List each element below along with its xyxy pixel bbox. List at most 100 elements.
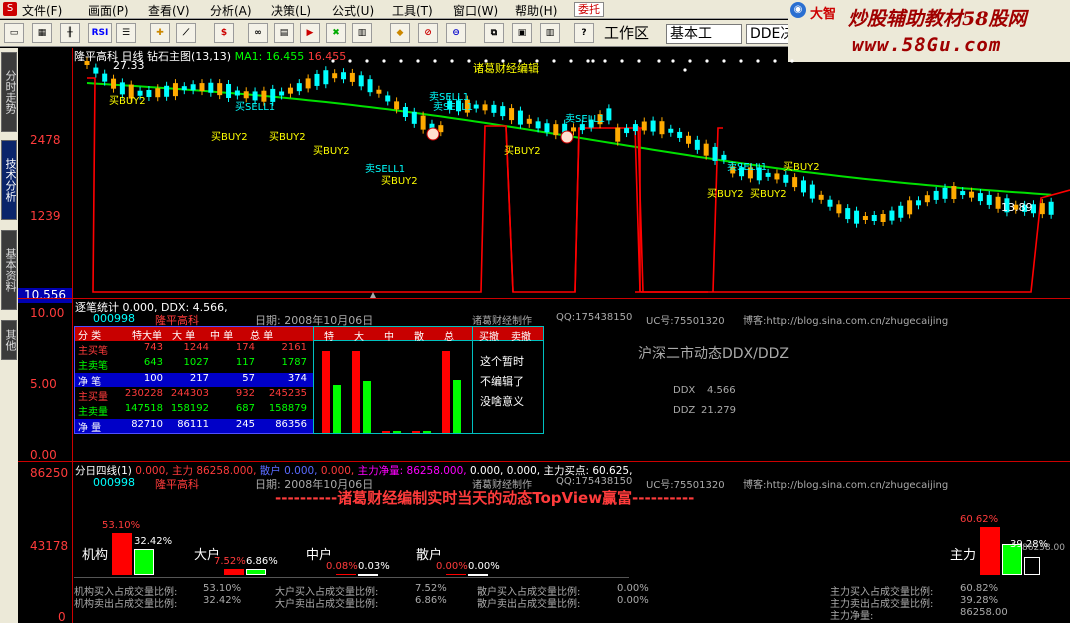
flag-icon[interactable]: ▶ — [300, 23, 320, 43]
marker-dot — [450, 59, 454, 63]
binoculars-icon[interactable]: ∞ — [248, 23, 268, 43]
side-tabs: 分时走势 技术分析 基本资料 其他 — [0, 48, 18, 623]
menu-file[interactable]: 文件(F) — [22, 2, 62, 19]
marker-dot — [382, 59, 386, 63]
ddx-notes: 买撤 卖撤 这个暂时 不编辑了 没啥意义 — [472, 326, 544, 434]
stop-icon[interactable]: ⊘ — [418, 23, 438, 43]
marker-dot — [705, 59, 709, 63]
table-row: 净 量 82710 86111 245 86356 — [75, 418, 313, 434]
menu-analysis[interactable]: 分析(A) — [210, 2, 252, 19]
order-button[interactable]: 委托 — [574, 2, 604, 17]
chart-icon[interactable]: ▦ — [32, 23, 52, 43]
folder-icon[interactable]: ▭ — [4, 23, 24, 43]
candle-body — [889, 210, 895, 221]
cross-icon[interactable]: ✖ — [326, 23, 346, 43]
stat-label: 散户卖出占成交量比例: — [477, 599, 581, 610]
candle-body — [93, 67, 99, 74]
list-icon[interactable]: ☰ — [116, 23, 136, 43]
signal-label: 买BUY2 — [750, 189, 787, 200]
y-label-price-low: 1239 — [30, 209, 61, 223]
candle-body — [367, 79, 373, 93]
candle-body — [181, 86, 187, 91]
row-label: 主买笔 — [78, 346, 108, 357]
tab-intraday[interactable]: 分时走势 — [1, 52, 17, 132]
candle-body — [571, 127, 576, 132]
signal-label: 卖SELL1 — [565, 114, 606, 125]
brand-big: 大智 — [810, 7, 837, 22]
tab-fundamental[interactable]: 基本资料 — [1, 230, 17, 310]
row-value: 687 — [235, 403, 255, 415]
group-sell-bar — [468, 574, 488, 576]
stat-value: 86258.00 — [960, 607, 1008, 618]
bar-sell — [363, 381, 371, 433]
candle-body — [632, 124, 638, 132]
smiley-icon — [560, 130, 574, 144]
candle-body — [703, 143, 709, 156]
row-value: 57 — [242, 372, 255, 384]
group-sell-pct: 6.86% — [246, 556, 278, 568]
candle-body — [146, 90, 152, 98]
row-value: 245 — [235, 418, 255, 430]
ddx-label: DDX — [673, 385, 696, 396]
stats-divider — [74, 577, 629, 578]
center-caption: 诸葛财经编辑 — [473, 62, 539, 75]
menu-decision[interactable]: 决策(L) — [271, 2, 311, 19]
row-value: 230228 — [124, 387, 163, 399]
candle-body — [933, 190, 939, 200]
table-icon[interactable]: ▥ — [352, 23, 372, 43]
group-buy-bar — [224, 569, 244, 575]
candle-body — [376, 89, 382, 94]
menu-formula[interactable]: 公式(U) — [332, 2, 374, 19]
ddz-value: 21.279 — [701, 405, 736, 416]
stat-label: 大户卖出占成交量比例: — [275, 599, 379, 610]
crosshair-icon[interactable]: ✚ — [150, 23, 170, 43]
bar-header-cell: 大 — [354, 332, 364, 343]
menu-window[interactable]: 窗口(W) — [453, 2, 498, 19]
signal-label: 卖SELL1 — [727, 162, 768, 173]
candle-body — [217, 83, 223, 96]
workspace-select[interactable]: 基本工 — [666, 24, 742, 44]
tab-other[interactable]: 其他 — [1, 320, 17, 360]
candle-body — [783, 174, 789, 183]
ddx-uc: UC号:75501320 — [646, 316, 725, 327]
candle-body — [473, 104, 479, 109]
candle-body — [668, 128, 674, 133]
menu-tools[interactable]: 工具(T) — [392, 2, 433, 19]
row-label: 主卖量 — [78, 407, 108, 419]
books-icon[interactable]: ▥ — [540, 23, 560, 43]
help-pointer-icon[interactable]: ? — [574, 23, 594, 43]
row-value: 743 — [143, 342, 163, 353]
window-icon[interactable]: ▣ — [512, 23, 532, 43]
candle-body — [818, 194, 824, 200]
kline-icon[interactable]: ╫ — [60, 23, 80, 43]
row-value: 643 — [143, 357, 163, 369]
dollar-icon[interactable]: $ — [214, 23, 234, 43]
table-row: 主卖笔 643 1027 117 1787 — [75, 357, 313, 372]
title-stock: 隆平高科 — [74, 50, 118, 63]
copy-icon[interactable]: ⧉ — [484, 23, 504, 43]
grid-icon[interactable]: ▤ — [274, 23, 294, 43]
bottom-blog: 博客:http://blog.sina.com.cn/zhugecaijing — [743, 480, 949, 491]
candle-body — [358, 75, 364, 87]
no-entry-icon[interactable]: ⊖ — [446, 23, 466, 43]
group-name: 机构 — [82, 548, 109, 563]
marker-dot — [399, 59, 403, 63]
top-price-label: 27.33 — [113, 59, 145, 72]
group-buy-bar — [112, 532, 132, 575]
bar-sell — [393, 431, 401, 433]
rsi-button[interactable]: RSI — [88, 23, 112, 43]
topview-banner: ----------诸葛财经编制实时当天的动态TopView赢富--------… — [275, 489, 695, 507]
group-sell-pct: 32.42% — [134, 536, 173, 548]
candle-body — [880, 214, 886, 222]
ruler-icon[interactable]: ⟋ — [176, 23, 196, 43]
menu-view[interactable]: 查看(V) — [148, 2, 190, 19]
bar-sell — [333, 384, 341, 433]
diamond-icon[interactable]: ◆ — [390, 23, 410, 43]
menu-help[interactable]: 帮助(H) — [515, 2, 557, 19]
candlestick-chart[interactable] — [73, 48, 1070, 298]
menu-screen[interactable]: 画面(P) — [88, 2, 129, 19]
candle-body — [199, 83, 205, 92]
candle-body — [579, 124, 585, 131]
stat-value: 32.42% — [203, 595, 242, 606]
tab-technical[interactable]: 技术分析 — [1, 140, 17, 220]
